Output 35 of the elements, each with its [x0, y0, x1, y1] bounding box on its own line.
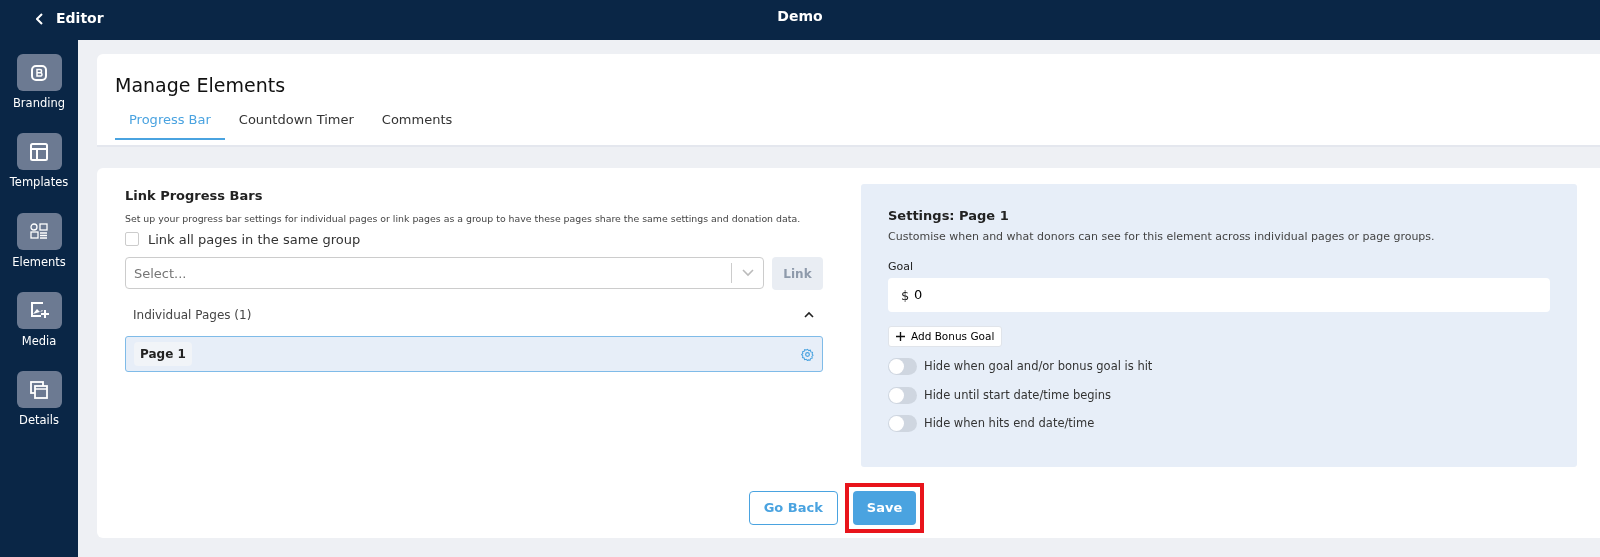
windows-icon [28, 378, 50, 401]
toggle-label: Hide when hits end date/time [924, 414, 1095, 432]
widgets-icon [28, 220, 50, 242]
settings-title: Settings: Page 1 [888, 208, 1010, 224]
add-bonus-goal-button[interactable]: Add Bonus Goal [888, 325, 1003, 348]
page-row[interactable]: Page 1 [125, 336, 823, 373]
layout-icon [28, 140, 50, 163]
toggle-switch[interactable] [888, 358, 917, 376]
toggle-switch[interactable] [888, 386, 917, 404]
page-title: Demo [777, 8, 823, 24]
toggle-label: Hide when goal and/or bonus goal is hit [924, 358, 1153, 376]
select-field[interactable]: Select... [125, 257, 764, 290]
toggle-switch[interactable] [888, 414, 917, 432]
sidebar-item[interactable]: Elements [0, 212, 78, 271]
sidebar-item[interactable]: Templates [0, 133, 78, 192]
pages-section-header[interactable]: Individual Pages (1) [125, 306, 823, 325]
tab[interactable]: Comments [367, 106, 467, 141]
checkbox[interactable] [125, 232, 139, 247]
page-label: Page 1 [134, 342, 192, 367]
settings-icon[interactable] [801, 347, 814, 361]
back-button[interactable]: Editor [36, 8, 104, 29]
section-title: Link Progress Bars [125, 188, 264, 204]
goal-label: Goal [888, 259, 915, 276]
sidebar-item[interactable]: Media [0, 291, 78, 350]
sidebar-item[interactable]: Branding [0, 54, 78, 113]
chevron-left-icon [36, 12, 44, 25]
section-description: Set up your progress bar settings for individual pages or link pages as a group to have these pages share the same settings and donation data. [125, 211, 802, 226]
plus-icon [896, 331, 905, 341]
checkbox-label: Link all pages in the same group [148, 230, 361, 249]
currency-symbol: $ [901, 286, 910, 305]
toggle-label: Hide until start date/time begins [924, 386, 1112, 404]
tab[interactable]: Countdown Timer [224, 106, 368, 141]
page-heading: Manage Elements [115, 74, 287, 97]
sidebar-item[interactable]: Details [0, 371, 78, 430]
settings-description: Customise when and what donors can see for this element across individual pages or page groups. [888, 228, 1436, 245]
